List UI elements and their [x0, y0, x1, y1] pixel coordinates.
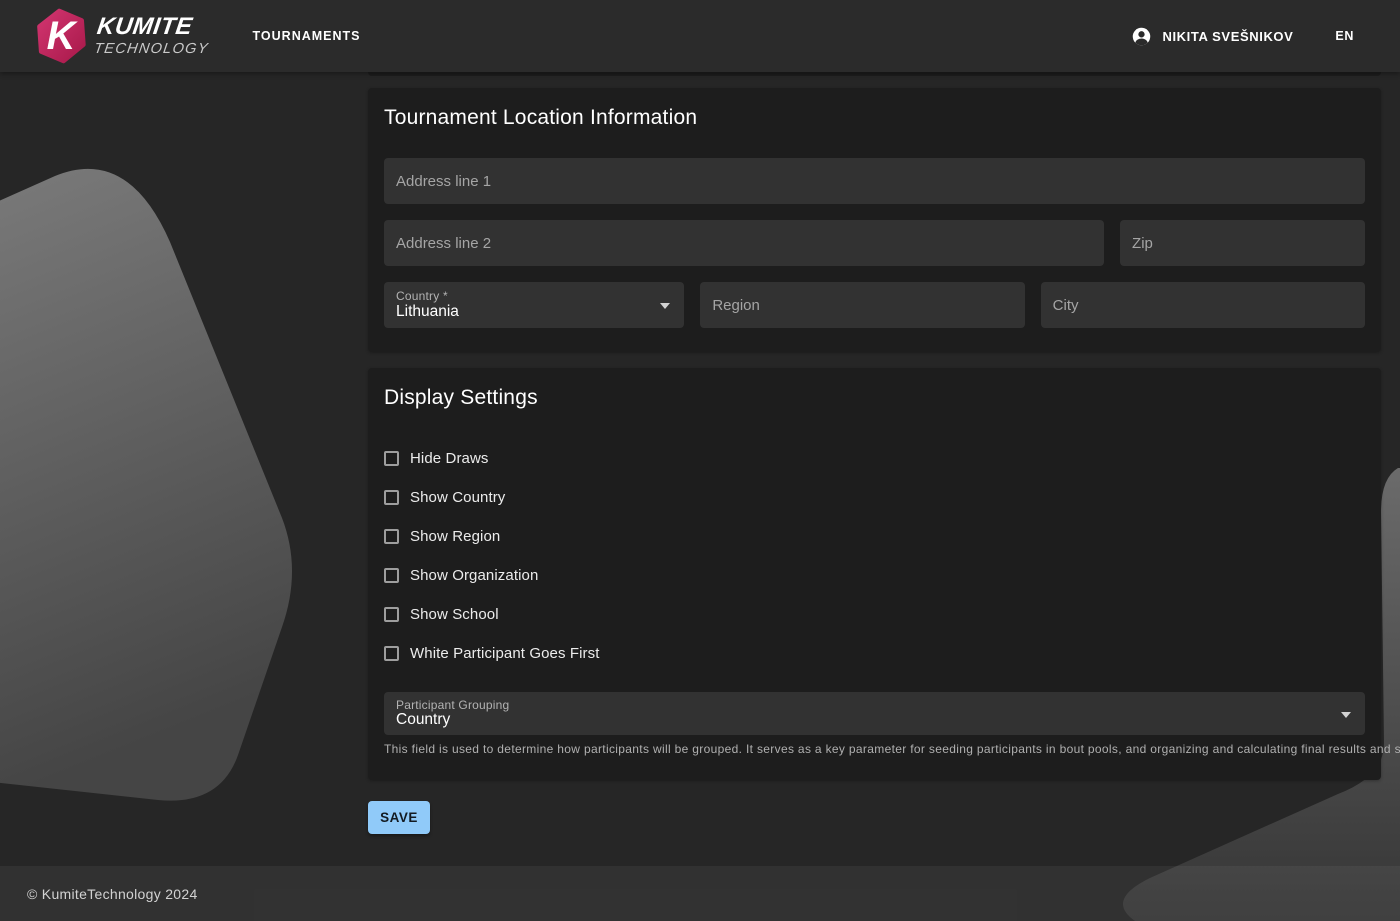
checkbox-show-region[interactable]: Show Region: [384, 526, 1365, 546]
display-card-title: Display Settings: [384, 386, 1365, 410]
checkbox-label: White Participant Goes First: [410, 645, 600, 662]
previous-card-bottom-edge: [368, 72, 1381, 76]
checkbox-label: Show Organization: [410, 567, 538, 584]
brand-text: KUMITE TECHNOLOGY: [93, 15, 213, 57]
app-header: K KUMITE TECHNOLOGY TOURNAMENTS NIKITA S…: [0, 0, 1400, 72]
checkbox-icon[interactable]: [384, 490, 399, 505]
main-content: Tournament Location Information Country …: [368, 72, 1381, 834]
kumite-hexagon-logo-icon: K: [35, 8, 87, 64]
chevron-down-icon: [660, 303, 670, 309]
checkbox-show-school[interactable]: Show School: [384, 604, 1365, 624]
city-input[interactable]: [1041, 282, 1365, 328]
address-line-2-input[interactable]: [384, 220, 1104, 266]
checkbox-icon[interactable]: [384, 607, 399, 622]
brand-subname: TECHNOLOGY: [93, 42, 210, 57]
logo-letter: K: [47, 14, 79, 58]
language-selector[interactable]: EN: [1335, 29, 1354, 43]
checkbox-label: Hide Draws: [410, 450, 489, 467]
checkbox-label: Show School: [410, 606, 499, 623]
brand-name: KUMITE: [96, 15, 214, 39]
checkbox-hide-draws[interactable]: Hide Draws: [384, 448, 1365, 468]
checkbox-icon[interactable]: [384, 451, 399, 466]
checkbox-white-participant-first[interactable]: White Participant Goes First: [384, 643, 1365, 663]
checkbox-label: Show Country: [410, 489, 505, 506]
zip-input[interactable]: [1120, 220, 1365, 266]
chevron-down-icon: [1341, 712, 1351, 718]
checkbox-icon[interactable]: [384, 646, 399, 661]
location-card-title: Tournament Location Information: [384, 106, 1365, 130]
checkbox-label: Show Region: [410, 528, 500, 545]
checkbox-show-country[interactable]: Show Country: [384, 487, 1365, 507]
participant-grouping-select[interactable]: Participant Grouping Country: [384, 692, 1365, 735]
user-name: NIKITA SVEŠNIKOV: [1162, 29, 1293, 44]
country-select-value: Lithuania: [396, 303, 459, 321]
checkbox-icon[interactable]: [384, 529, 399, 544]
participant-grouping-value: Country: [396, 711, 450, 729]
address-line-1-input[interactable]: [384, 158, 1365, 204]
copyright-text: © KumiteTechnology 2024: [27, 886, 198, 902]
display-options-list: Hide Draws Show Country Show Region Show…: [384, 448, 1365, 663]
checkbox-show-organization[interactable]: Show Organization: [384, 565, 1365, 585]
participant-grouping-label: Participant Grouping: [396, 698, 509, 712]
user-menu[interactable]: NIKITA SVEŠNIKOV: [1131, 26, 1293, 47]
left-blob-shape: [0, 169, 292, 801]
checkbox-icon[interactable]: [384, 568, 399, 583]
country-select[interactable]: Country * Lithuania: [384, 282, 684, 328]
nav-tournaments[interactable]: TOURNAMENTS: [253, 29, 361, 43]
page-footer: © KumiteTechnology 2024: [0, 866, 1400, 921]
account-circle-icon: [1131, 26, 1152, 47]
brand-logo[interactable]: K KUMITE TECHNOLOGY: [35, 8, 211, 64]
country-select-label: Country *: [396, 289, 448, 303]
participant-grouping-helper-text: This field is used to determine how part…: [384, 742, 1365, 756]
display-settings-card: Display Settings Hide Draws Show Country…: [368, 368, 1381, 780]
region-input[interactable]: [700, 282, 1024, 328]
save-button[interactable]: SAVE: [368, 801, 430, 834]
tournament-location-card: Tournament Location Information Country …: [368, 88, 1381, 352]
